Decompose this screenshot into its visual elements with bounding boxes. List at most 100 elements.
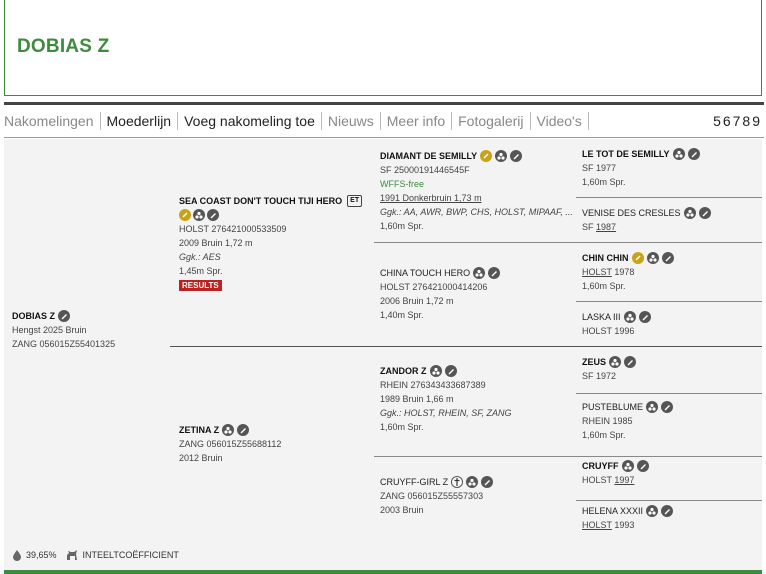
- edit-icon[interactable]: [661, 401, 674, 413]
- medal-icon: [631, 252, 644, 264]
- sds-year: 1978: [614, 267, 635, 277]
- sdd-line1: HOLST 1996: [582, 326, 635, 336]
- sd-line1: HOLST 276421000414206: [380, 282, 488, 292]
- tab-nieuws[interactable]: Nieuws: [322, 112, 381, 130]
- ds-card[interactable]: ZANDOR Z RHEIN 276343433687389 1989 Brui…: [380, 364, 512, 434]
- offspring-icon[interactable]: [429, 365, 442, 377]
- ssd-card[interactable]: VENISE DES CRESLES SF 1987: [582, 206, 711, 234]
- dss-line1: SF 1972: [582, 371, 617, 381]
- offspring-icon[interactable]: [646, 401, 659, 413]
- edit-icon[interactable]: [636, 460, 649, 472]
- dds-card[interactable]: CRUYFF HOLST 1997: [582, 459, 649, 487]
- edit-icon[interactable]: [481, 476, 494, 488]
- tab-bar: Nakomelingen Moederlijn Voeg nakomeling …: [4, 102, 764, 138]
- offspring-icon[interactable]: [495, 150, 508, 162]
- generation-selector[interactable]: 56789: [713, 113, 762, 129]
- sds-name[interactable]: CHIN CHIN: [582, 251, 629, 265]
- header-box: DOBIAS Z: [4, 0, 762, 96]
- tab-voeg-nakomeling-toe[interactable]: Voeg nakomeling toe: [178, 112, 322, 130]
- sd-line2: 2006 Bruin 1,72 m: [380, 296, 454, 306]
- edit-icon[interactable]: [444, 365, 457, 377]
- ds-line3: Ggk.: HOLST, RHEIN, SF, ZANG: [380, 408, 512, 418]
- subject-line2: ZANG 056015Z55401325: [12, 339, 116, 349]
- results-button[interactable]: RESULTS: [179, 280, 222, 291]
- dd-card[interactable]: CRUYFF-GIRL Z ZANG 056015Z55557303 2003 …: [380, 475, 494, 517]
- edit-icon[interactable]: [698, 207, 711, 219]
- sss-line1: SF 1977: [582, 163, 617, 173]
- offspring-icon[interactable]: [222, 424, 235, 436]
- dam-card[interactable]: ZETINA Z ZANG 056015Z55688112 2012 Bruin: [179, 423, 281, 465]
- offspring-icon[interactable]: [646, 252, 659, 264]
- ssd-year[interactable]: 1987: [596, 222, 616, 232]
- offspring-icon[interactable]: [646, 505, 659, 517]
- offspring-icon[interactable]: [473, 267, 486, 279]
- subject-name[interactable]: DOBIAS Z: [12, 309, 55, 323]
- dd-name[interactable]: CRUYFF-GIRL Z: [380, 475, 448, 489]
- edit-icon[interactable]: [624, 356, 637, 368]
- offspring-icon[interactable]: [621, 460, 634, 472]
- edit-icon[interactable]: [661, 252, 674, 264]
- edit-icon[interactable]: [237, 424, 250, 436]
- sire-line1: HOLST 276421000533509: [179, 224, 287, 234]
- inbreeding-percent: 39,65%: [26, 550, 57, 560]
- offspring-icon[interactable]: [193, 209, 205, 221]
- divider-g4-4: [576, 500, 762, 501]
- sire-line2: 2009 Bruin 1,72 m: [179, 238, 253, 248]
- offspring-icon[interactable]: [466, 476, 479, 488]
- sdd-card[interactable]: LASKA III HOLST 1996: [582, 310, 651, 338]
- ss-card[interactable]: DIAMANT DE SEMILLY SF 25000191446545F WF…: [380, 149, 573, 233]
- ddd-line1[interactable]: HOLST: [582, 520, 612, 530]
- edit-icon[interactable]: [687, 148, 700, 160]
- edit-icon[interactable]: [510, 150, 523, 162]
- edit-icon[interactable]: [638, 311, 651, 323]
- edit-icon[interactable]: [58, 310, 71, 322]
- dsd-card[interactable]: PUSTEBLUME RHEIN 1985 1,60m Spr.: [582, 400, 674, 442]
- medal-icon: [480, 150, 493, 162]
- sss-card[interactable]: LE TOT DE SEMILLY SF 1977 1,60m Spr.: [582, 147, 700, 189]
- tab-moederlijn[interactable]: Moederlijn: [101, 112, 179, 130]
- offspring-icon[interactable]: [683, 207, 696, 219]
- sds-card[interactable]: CHIN CHIN HOLST 1978 1,60m Spr.: [582, 251, 674, 293]
- subject-horse[interactable]: DOBIAS Z Hengst 2025 Bruin ZANG 056015Z5…: [12, 309, 115, 351]
- tab-fotogalerij[interactable]: Fotogalerij: [452, 112, 531, 130]
- dss-name[interactable]: ZEUS: [582, 355, 606, 369]
- tab-videos[interactable]: Video's: [531, 112, 589, 130]
- dds-name[interactable]: CRUYFF: [582, 459, 619, 473]
- offspring-icon[interactable]: [609, 356, 622, 368]
- dss-card[interactable]: ZEUS SF 1972: [582, 355, 637, 383]
- edit-icon[interactable]: [207, 209, 219, 221]
- et-badge: ET: [347, 195, 363, 207]
- ss-line2: WFFS-free: [380, 179, 424, 189]
- sds-line1[interactable]: HOLST: [582, 267, 612, 277]
- ssd-name[interactable]: VENISE DES CRESLES: [582, 206, 681, 220]
- dam-line1: ZANG 056015Z55688112: [179, 439, 282, 449]
- offspring-icon[interactable]: [623, 311, 636, 323]
- ddd-year: 1993: [614, 520, 635, 530]
- subject-line1: Hengst 2025 Bruin: [12, 325, 87, 335]
- dam-name[interactable]: ZETINA Z: [179, 423, 219, 437]
- dds-year[interactable]: 1997: [614, 475, 634, 485]
- edit-icon[interactable]: [661, 505, 674, 517]
- ddd-name[interactable]: HELENA XXXII: [582, 504, 643, 518]
- offspring-icon[interactable]: [672, 148, 685, 160]
- edit-icon[interactable]: [488, 267, 501, 279]
- sd-name[interactable]: CHINA TOUCH HERO: [380, 266, 470, 280]
- sire-card[interactable]: SEA COAST DON'T TOUCH TIJI HERO ET HOLST…: [179, 194, 363, 292]
- dam-line2: 2012 Bruin: [179, 453, 223, 463]
- sdd-name[interactable]: LASKA III: [582, 310, 621, 324]
- sire-name[interactable]: SEA COAST DON'T TOUCH TIJI HERO: [179, 194, 342, 208]
- deceased-icon: [451, 476, 464, 488]
- sd-card[interactable]: CHINA TOUCH HERO HOLST 276421000414206 2…: [380, 266, 501, 322]
- divider-g4-1: [576, 197, 762, 198]
- ss-name[interactable]: DIAMANT DE SEMILLY: [380, 149, 477, 163]
- dsd-name[interactable]: PUSTEBLUME: [582, 400, 643, 414]
- tab-meer-info[interactable]: Meer info: [381, 112, 453, 130]
- ss-line1: SF 25000191446545F: [380, 165, 470, 175]
- ds-name[interactable]: ZANDOR Z: [380, 364, 427, 378]
- tab-nakomelingen[interactable]: Nakomelingen: [4, 112, 101, 130]
- sss-line2: 1,60m Spr.: [582, 177, 626, 187]
- sss-name[interactable]: LE TOT DE SEMILLY: [582, 147, 670, 161]
- ddd-card[interactable]: HELENA XXXII HOLST 1993: [582, 504, 674, 532]
- pedigree-tree: DOBIAS Z Hengst 2025 Bruin ZANG 056015Z5…: [4, 139, 762, 571]
- dd-line1: ZANG 056015Z55557303: [380, 491, 484, 501]
